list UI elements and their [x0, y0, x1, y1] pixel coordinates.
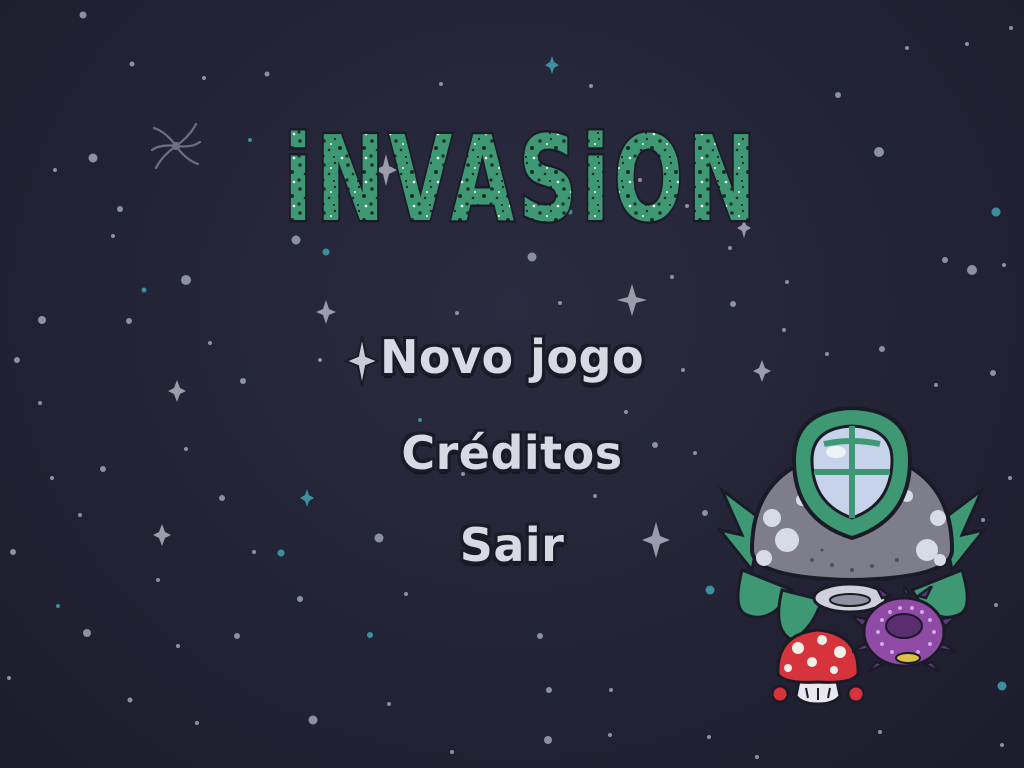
menu-item-new-game[interactable]: Novo jogo	[0, 330, 1024, 384]
spiral-galaxy-icon	[150, 122, 202, 170]
game-title-text: iNVASiON	[284, 112, 760, 242]
game-title-logo: iNVASiON	[282, 112, 760, 242]
main-menu-screen: iNVASiON Novo jogo Créditos Sair	[0, 0, 1024, 768]
purple-urchin-creature-sprite	[852, 586, 956, 674]
red-mushroom-creature-sprite	[772, 628, 864, 706]
